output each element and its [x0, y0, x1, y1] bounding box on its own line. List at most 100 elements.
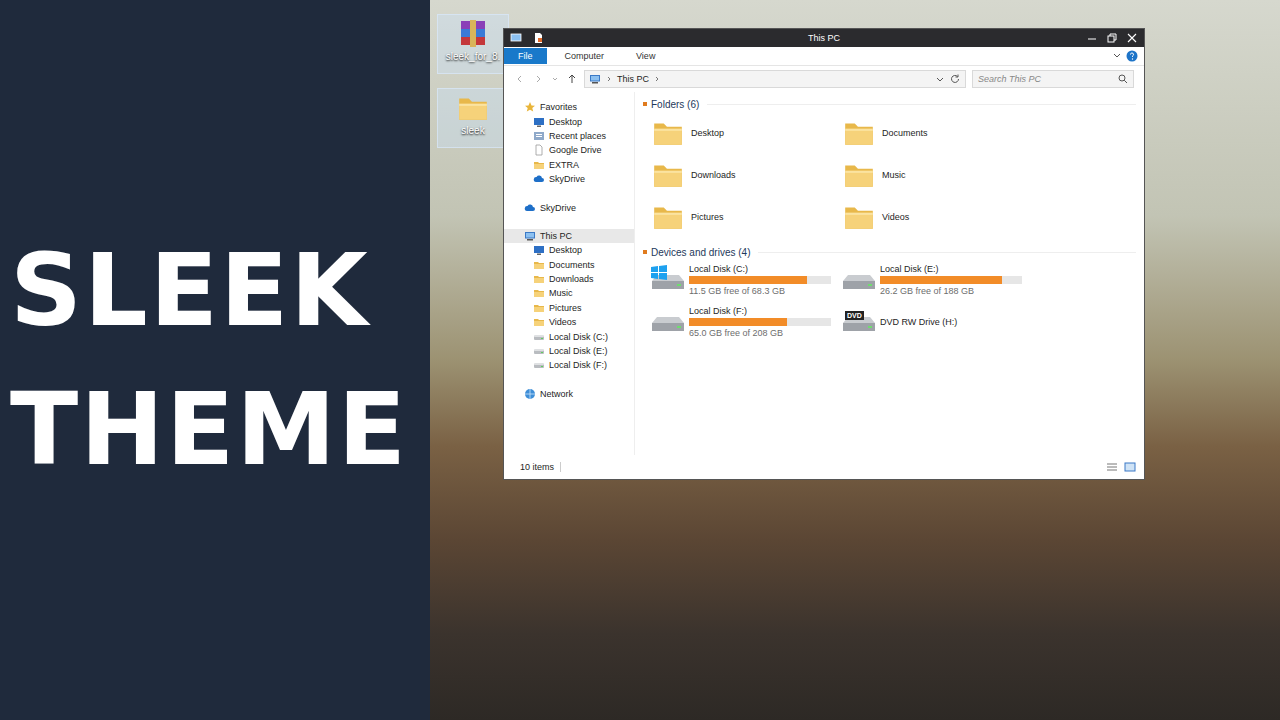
sidebar-item[interactable]: Downloads: [504, 272, 634, 286]
nav-group: Network: [504, 387, 634, 401]
ribbon-tabs: FileComputerView: [504, 47, 1144, 66]
folder-icon: [533, 273, 545, 285]
cloud-icon: [533, 173, 545, 185]
properties-icon[interactable]: [532, 32, 544, 44]
back-arrow-icon[interactable]: [514, 73, 526, 85]
free-space: 65.0 GB free of 208 GB: [689, 328, 831, 338]
hard-disk-icon: [840, 265, 878, 295]
cloud-icon: [524, 202, 536, 214]
desktop-icon-label: sleek_for_8.: [446, 51, 500, 62]
folder-tile[interactable]: Music: [842, 154, 1033, 196]
window-body: Favorites Desktop Recent places Google D…: [504, 92, 1144, 455]
pc-icon: [524, 230, 536, 242]
sidebar-item-label: Pictures: [549, 303, 582, 313]
folder-icon: [842, 116, 876, 150]
sidebar-item[interactable]: Documents: [504, 258, 634, 272]
sidebar-item[interactable]: Videos: [504, 315, 634, 329]
desktop-icon: [533, 116, 545, 128]
address-path[interactable]: This PC: [617, 74, 649, 84]
drive-name: Local Disk (E:): [880, 264, 1022, 274]
drive-tile[interactable]: Local Disk (E:) 26.2 GB free of 188 GB: [840, 260, 1031, 300]
folder-icon: [533, 159, 545, 171]
ribbon-tab[interactable]: View: [622, 48, 669, 64]
explorer-window[interactable]: This PC FileComputerView This PC Search …: [503, 28, 1145, 480]
search-placeholder: Search This PC: [978, 74, 1114, 84]
drive-info: Local Disk (F:) 65.0 GB free of 208 GB: [689, 306, 831, 338]
sidebar-item-label: Recent places: [549, 131, 606, 141]
desktop-icon[interactable]: sleek: [437, 88, 509, 148]
sidebar-item[interactable]: Desktop: [504, 114, 634, 128]
ribbon-tab[interactable]: Computer: [551, 48, 619, 64]
disk-icon: [533, 345, 545, 357]
refresh-icon[interactable]: [949, 73, 961, 85]
folder-icon: [651, 158, 685, 192]
sidebar-item[interactable]: Desktop: [504, 243, 634, 257]
sidebar-item[interactable]: Local Disk (E:): [504, 344, 634, 358]
hard-disk-icon: [649, 307, 687, 337]
nav-group-label: SkyDrive: [540, 203, 576, 213]
recent-dropdown-icon[interactable]: [550, 74, 560, 84]
search-icon[interactable]: [1118, 74, 1128, 84]
network-icon: [524, 388, 536, 400]
drive-tile[interactable]: Local Disk (F:) 65.0 GB free of 208 GB: [649, 302, 840, 342]
sidebar-item-label: Music: [549, 288, 573, 298]
address-row: This PC Search This PC: [504, 66, 1144, 92]
free-space: 11.5 GB free of 68.3 GB: [689, 286, 831, 296]
folder-icon: [456, 91, 490, 125]
sidebar-item-label: EXTRA: [549, 160, 579, 170]
title-bar: This PC: [504, 29, 1144, 47]
forward-arrow-icon[interactable]: [532, 73, 544, 85]
sidebar-item-label: Local Disk (C:): [549, 332, 608, 342]
nav-group-label: Network: [540, 389, 573, 399]
section-title: Devices and drives (4): [651, 247, 750, 258]
folder-icon: [842, 158, 876, 192]
folder-label: Pictures: [691, 212, 724, 222]
drive-tile[interactable]: Local Disk (C:) 11.5 GB free of 68.3 GB: [649, 260, 840, 300]
sidebar-item[interactable]: EXTRA: [504, 158, 634, 172]
tiles-view-icon[interactable]: [1124, 462, 1136, 472]
sidebar-item[interactable]: Music: [504, 286, 634, 300]
nav-group-header[interactable]: SkyDrive: [504, 200, 634, 214]
folder-tile[interactable]: Pictures: [651, 196, 842, 238]
section-header[interactable]: Devices and drives (4): [643, 244, 1136, 260]
folder-icon: [533, 287, 545, 299]
folder-tile[interactable]: Downloads: [651, 154, 842, 196]
item-count: 10 items: [520, 462, 554, 472]
sidebar-item[interactable]: Google Drive: [504, 143, 634, 157]
nav-group: Favorites Desktop Recent places Google D…: [504, 100, 634, 186]
search-box[interactable]: Search This PC: [972, 70, 1134, 88]
help-icon[interactable]: [1126, 50, 1138, 62]
drive-info: Local Disk (C:) 11.5 GB free of 68.3 GB: [689, 264, 831, 296]
restore-icon[interactable]: [1106, 32, 1118, 44]
close-icon[interactable]: [1126, 32, 1138, 44]
ribbon-tab[interactable]: File: [504, 48, 547, 64]
address-dropdown-icon[interactable]: [935, 74, 945, 84]
folder-tile[interactable]: Documents: [842, 112, 1033, 154]
sidebar-item[interactable]: Recent places: [504, 129, 634, 143]
address-bar[interactable]: This PC: [584, 70, 966, 88]
pc-icon[interactable]: [510, 32, 522, 44]
desktop-icon[interactable]: sleek_for_8.: [437, 14, 509, 74]
section-header[interactable]: Folders (6): [643, 96, 1136, 112]
sidebar-item[interactable]: SkyDrive: [504, 172, 634, 186]
recent-icon: [533, 130, 545, 142]
usage-fill: [689, 318, 787, 326]
nav-group-header[interactable]: Favorites: [504, 100, 634, 114]
sidebar-item[interactable]: Pictures: [504, 301, 634, 315]
sidebar-item[interactable]: Local Disk (C:): [504, 329, 634, 343]
sidebar-item-label: Desktop: [549, 245, 582, 255]
expand-ribbon-icon[interactable]: [1112, 51, 1122, 61]
sidebar-item[interactable]: Local Disk (F:): [504, 358, 634, 372]
up-arrow-icon[interactable]: [566, 73, 578, 85]
minimize-icon[interactable]: [1086, 32, 1098, 44]
folder-tile[interactable]: Desktop: [651, 112, 842, 154]
drive-icon-box: DVD: [840, 307, 878, 337]
nav-group-header[interactable]: This PC: [504, 229, 634, 243]
nav-group-header[interactable]: Network: [504, 387, 634, 401]
details-view-icon[interactable]: [1106, 462, 1118, 472]
sidebar-item-label: Documents: [549, 260, 595, 270]
folder-tile[interactable]: Videos: [842, 196, 1033, 238]
drive-tile[interactable]: DVD DVD RW Drive (H:): [840, 302, 1031, 342]
desktop-icon-label: sleek: [461, 125, 484, 136]
banner-line: SLEEK: [10, 238, 430, 343]
